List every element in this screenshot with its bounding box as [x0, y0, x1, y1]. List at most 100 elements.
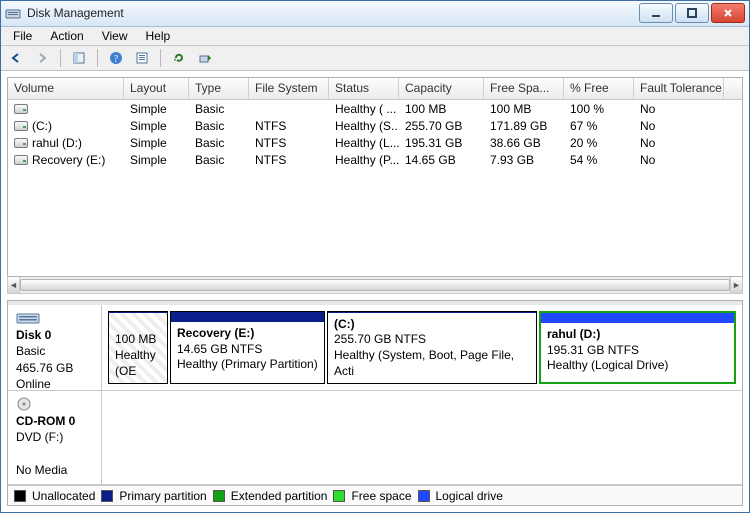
volume-percent-free: 54 %	[564, 153, 634, 167]
volume-layout: Simple	[124, 153, 189, 167]
volume-percent-free: 20 %	[564, 136, 634, 150]
volume-list-panel: Volume Layout Type File System Status Ca…	[7, 77, 743, 294]
column-fault-tolerance[interactable]: Fault Tolerance	[634, 78, 724, 99]
volume-name: rahul (D:)	[32, 136, 82, 150]
column-filesystem[interactable]: File System	[249, 78, 329, 99]
menu-help[interactable]: Help	[138, 27, 179, 45]
volume-list-header: Volume Layout Type File System Status Ca…	[8, 78, 742, 100]
partition-rahul-d[interactable]: rahul (D:) 195.31 GB NTFS Healthy (Logic…	[539, 311, 736, 384]
volume-type: Basic	[189, 102, 249, 116]
volume-filesystem: NTFS	[249, 153, 329, 167]
disk0-row: Disk 0 Basic 465.76 GB Online 100 MB Hea…	[8, 305, 742, 391]
close-button[interactable]	[711, 3, 745, 23]
column-layout[interactable]: Layout	[124, 78, 189, 99]
volume-status: Healthy ( ...	[329, 102, 399, 116]
cdrom0-info[interactable]: CD-ROM 0 DVD (F:) No Media	[8, 391, 102, 484]
column-type[interactable]: Type	[189, 78, 249, 99]
cdrom0-state: No Media	[16, 462, 95, 478]
legend-label-logical: Logical drive	[436, 489, 503, 503]
toolbar-separator	[60, 49, 61, 67]
volume-free-space: 100 MB	[484, 102, 564, 116]
toolbar-separator	[160, 49, 161, 67]
horizontal-scrollbar[interactable]: ◄ ►	[7, 277, 743, 294]
column-volume[interactable]: Volume	[8, 78, 124, 99]
back-button[interactable]	[5, 47, 27, 69]
partition-recovery-e[interactable]: Recovery (E:) 14.65 GB NTFS Healthy (Pri…	[170, 311, 325, 384]
drive-icon	[14, 121, 28, 131]
partition-size: 14.65 GB NTFS	[177, 342, 318, 358]
forward-button[interactable]	[31, 47, 53, 69]
volume-name: Recovery (E:)	[32, 153, 105, 167]
legend-swatch-logical	[418, 490, 430, 502]
menu-view[interactable]: View	[94, 27, 136, 45]
disk0-info[interactable]: Disk 0 Basic 465.76 GB Online	[8, 305, 102, 390]
cdrom0-label: CD-ROM 0	[16, 413, 95, 429]
legend-label-primary: Primary partition	[119, 489, 206, 503]
volume-row[interactable]: (C:)SimpleBasicNTFSHealthy (S...255.70 G…	[8, 117, 742, 134]
partition-name: (C:)	[334, 317, 530, 333]
volume-filesystem: NTFS	[249, 119, 329, 133]
legend-label-free-space: Free space	[351, 489, 411, 503]
volume-row[interactable]: rahul (D:)SimpleBasicNTFSHealthy (L...19…	[8, 134, 742, 151]
cdrom0-type: DVD (F:)	[16, 429, 95, 445]
volume-row[interactable]: Recovery (E:)SimpleBasicNTFSHealthy (P..…	[8, 151, 742, 168]
cdrom0-row: CD-ROM 0 DVD (F:) No Media	[8, 391, 742, 485]
svg-text:?: ?	[114, 54, 119, 65]
disk0-type: Basic	[16, 343, 95, 359]
legend-swatch-primary	[101, 490, 113, 502]
legend-label-unallocated: Unallocated	[32, 489, 95, 503]
volume-type: Basic	[189, 153, 249, 167]
column-percent-free[interactable]: % Free	[564, 78, 634, 99]
titlebar: Disk Management	[1, 1, 749, 27]
disk0-state: Online	[16, 376, 95, 392]
partition-size: 255.70 GB NTFS	[334, 332, 530, 348]
scroll-right-icon[interactable]: ►	[730, 277, 742, 293]
volume-row[interactable]: SimpleBasicHealthy ( ...100 MB100 MB100 …	[8, 100, 742, 117]
column-capacity[interactable]: Capacity	[399, 78, 484, 99]
scroll-thumb[interactable]	[20, 279, 730, 291]
content-area: Volume Layout Type File System Status Ca…	[1, 71, 749, 512]
scroll-left-icon[interactable]: ◄	[8, 277, 20, 293]
partition-c[interactable]: (C:) 255.70 GB NTFS Healthy (System, Boo…	[327, 311, 537, 384]
maximize-button[interactable]	[675, 3, 709, 23]
window-control-buttons	[637, 3, 745, 23]
menu-file[interactable]: File	[5, 27, 40, 45]
legend-swatch-unallocated	[14, 490, 26, 502]
disk0-label: Disk 0	[16, 327, 95, 343]
disk0-size: 465.76 GB	[16, 360, 95, 376]
minimize-button[interactable]	[639, 3, 673, 23]
toolbar-separator	[97, 49, 98, 67]
disk-icon	[16, 311, 40, 325]
volume-filesystem: NTFS	[249, 136, 329, 150]
legend: Unallocated Primary partition Extended p…	[8, 485, 742, 505]
volume-type: Basic	[189, 119, 249, 133]
drive-icon	[14, 104, 28, 114]
drive-icon	[14, 138, 28, 148]
volume-layout: Simple	[124, 102, 189, 116]
legend-label-extended: Extended partition	[231, 489, 328, 503]
volume-capacity: 14.65 GB	[399, 153, 484, 167]
volume-list[interactable]: SimpleBasicHealthy ( ...100 MB100 MB100 …	[8, 100, 742, 276]
properties-button[interactable]	[131, 47, 153, 69]
menubar: File Action View Help	[1, 27, 749, 46]
partition-size: 100 MB	[115, 332, 161, 348]
column-status[interactable]: Status	[329, 78, 399, 99]
legend-swatch-extended	[213, 490, 225, 502]
app-icon	[5, 5, 21, 21]
show-hide-tree-button[interactable]	[68, 47, 90, 69]
help-button[interactable]: ?	[105, 47, 127, 69]
refresh-button[interactable]	[168, 47, 190, 69]
rescan-button[interactable]	[194, 47, 216, 69]
volume-capacity: 100 MB	[399, 102, 484, 116]
partition-oem-reserved[interactable]: 100 MB Healthy (OE	[108, 311, 168, 384]
legend-swatch-free-space	[333, 490, 345, 502]
partition-status: Healthy (Logical Drive)	[547, 358, 728, 374]
partition-name	[115, 317, 161, 333]
partition-name: Recovery (E:)	[177, 326, 318, 342]
drive-icon	[14, 155, 28, 165]
column-free-space[interactable]: Free Spa...	[484, 78, 564, 99]
volume-percent-free: 67 %	[564, 119, 634, 133]
menu-action[interactable]: Action	[42, 27, 91, 45]
volume-name: (C:)	[32, 119, 52, 133]
partition-status: Healthy (System, Boot, Page File, Acti	[334, 348, 530, 379]
